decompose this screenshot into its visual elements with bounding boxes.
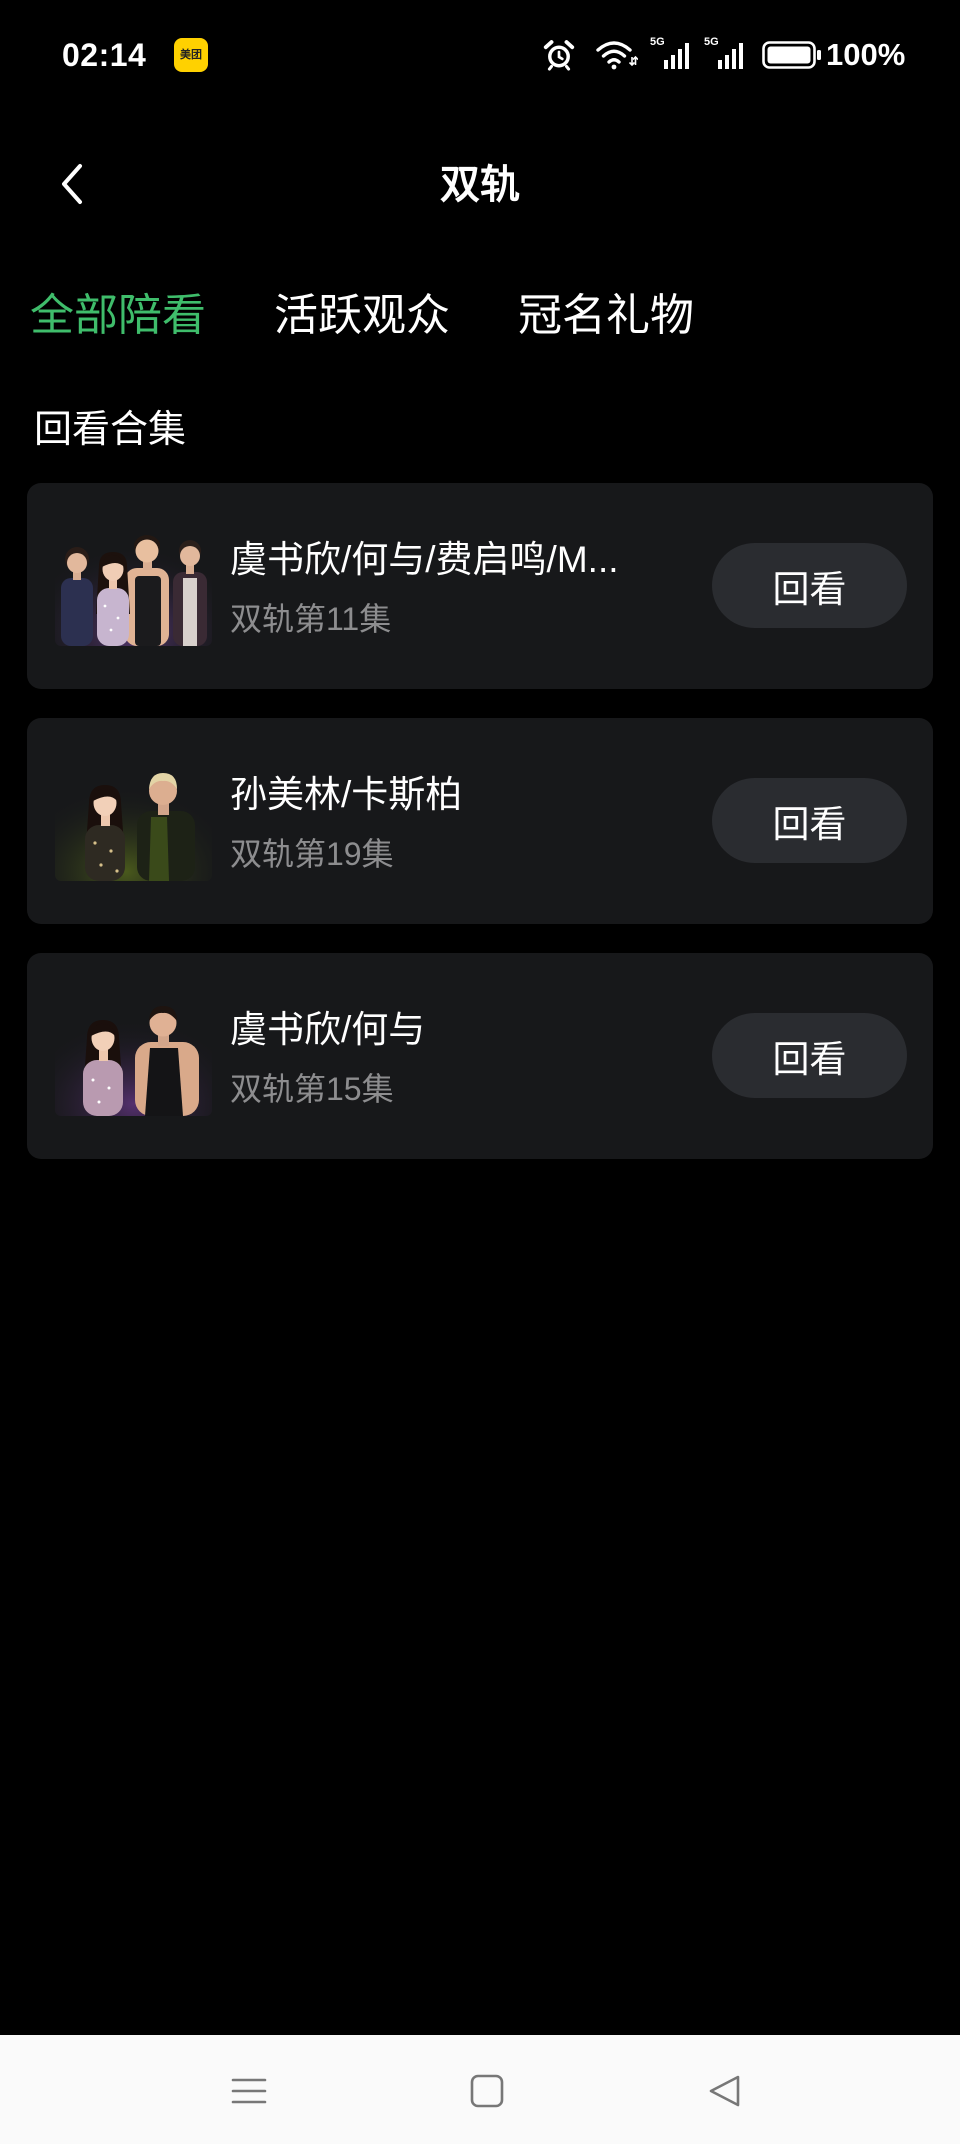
- meituan-app-icon: 美团: [174, 38, 208, 72]
- episode-subtitle: 双轨第19集: [230, 836, 394, 872]
- page-title: 双轨: [440, 163, 520, 207]
- person-figure: [61, 547, 93, 646]
- triangle-back-icon[interactable]: [706, 2073, 742, 2109]
- person-figure: [85, 785, 125, 881]
- tab-bar: 全部陪看 活跃观众 冠名礼物: [30, 288, 694, 344]
- replay-button[interactable]: 回看: [712, 778, 907, 863]
- square-home-icon[interactable]: [469, 2073, 505, 2109]
- episode-card[interactable]: 虞书欣/何与 双轨第15集 回看: [27, 953, 933, 1159]
- status-time: 02:14: [62, 37, 147, 73]
- battery-percentage: 100%: [826, 37, 906, 72]
- episode-thumbnail: [55, 996, 212, 1116]
- tab-all-watch[interactable]: 全部陪看: [30, 288, 206, 344]
- person-figure: [96, 552, 130, 646]
- wifi-icon: [596, 41, 638, 70]
- episode-subtitle: 双轨第15集: [230, 1071, 394, 1107]
- replay-button[interactable]: 回看: [712, 1013, 907, 1098]
- system-nav-bar: [0, 2035, 960, 2144]
- episode-thumbnail: [55, 761, 212, 881]
- tab-active-viewers[interactable]: 活跃观众: [274, 288, 450, 344]
- episode-card[interactable]: 孙美林/卡斯柏 双轨第19集 回看: [27, 718, 933, 924]
- person-figure: [83, 1020, 123, 1116]
- episode-subtitle: 双轨第11集: [230, 601, 392, 637]
- replay-button[interactable]: 回看: [712, 543, 907, 628]
- episode-title: 虞书欣/何与: [230, 1009, 426, 1050]
- signal-icon: 5G: [650, 36, 692, 72]
- episode-card[interactable]: 虞书欣/何与/费启鸣/M... 双轨第11集 回看: [27, 483, 933, 689]
- alarm-icon: [543, 40, 575, 71]
- status-bar: 02:14 美团 5G 5G 100%: [0, 0, 960, 110]
- episode-thumbnail: [55, 526, 212, 646]
- episode-title: 孙美林/卡斯柏: [230, 774, 463, 815]
- app-icon-text: 美团: [180, 49, 202, 61]
- section-title: 回看合集: [34, 409, 187, 451]
- tab-title-gifts[interactable]: 冠名礼物: [518, 288, 694, 344]
- signal-icon: 5G: [704, 36, 746, 72]
- battery-icon: [762, 41, 821, 69]
- menu-icon[interactable]: [231, 2073, 267, 2109]
- episode-title: 虞书欣/何与/费启鸣/M...: [230, 539, 619, 580]
